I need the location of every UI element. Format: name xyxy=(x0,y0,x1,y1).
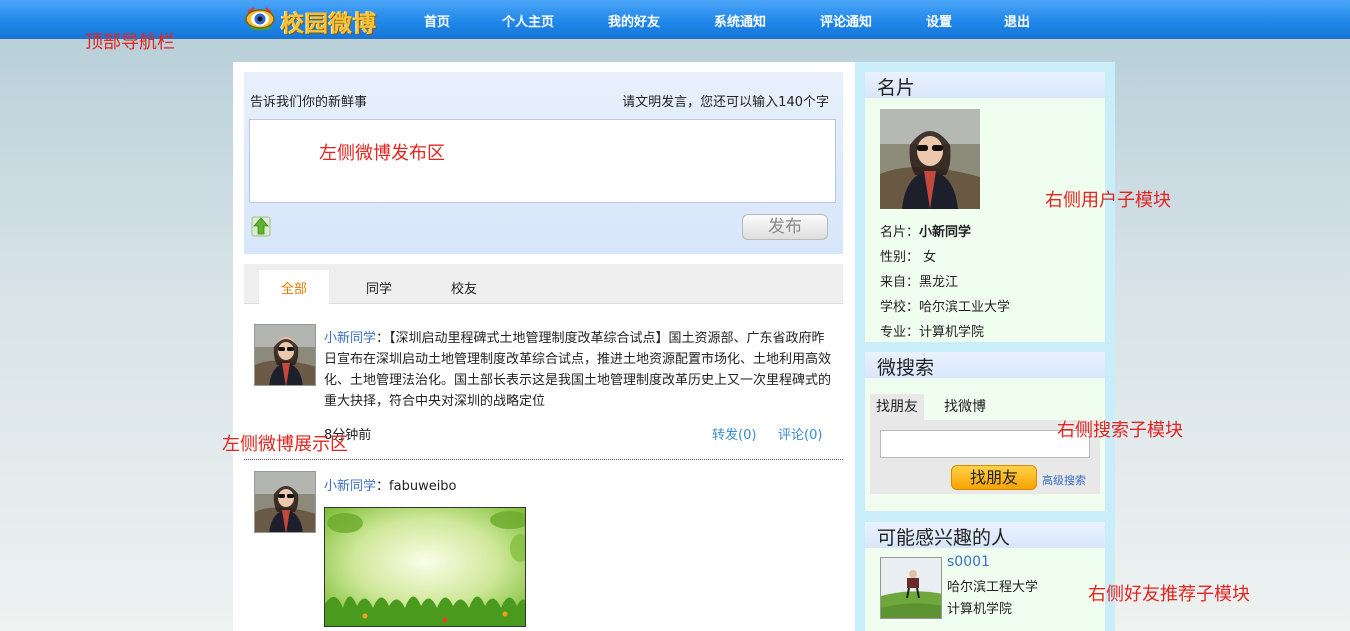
field-value: 女 xyxy=(923,250,937,265)
nav-profile[interactable]: 个人主页 xyxy=(502,11,554,30)
post-author-sep: ： xyxy=(376,479,390,494)
eye-logo-icon xyxy=(245,6,277,36)
post-image[interactable] xyxy=(324,507,526,627)
field-value: 哈尔滨工业大学 xyxy=(919,300,1011,315)
post-author-link[interactable]: 小新同学 xyxy=(324,331,376,346)
field-value: 小新同学 xyxy=(919,225,972,240)
search-card-title: 微搜索 xyxy=(865,352,1105,379)
profile-card-heading: 名片 xyxy=(877,77,916,99)
annotation-feed-area: 左侧微博展示区 xyxy=(222,434,348,455)
feed-tabs: 全部 同学 校友 xyxy=(244,264,843,304)
nav-friends[interactable]: 我的好友 xyxy=(608,11,660,30)
field-value: 黑龙江 xyxy=(919,275,959,290)
tab-alumni[interactable]: 校友 xyxy=(434,270,494,304)
repost-link[interactable]: 转发(0) xyxy=(712,424,756,443)
comment-link[interactable]: 评论(0) xyxy=(778,424,822,443)
post-content: 小新同学：fabuweibo xyxy=(324,476,832,497)
publish-prompt: 告诉我们你的新鲜事 xyxy=(250,95,368,110)
nav-home[interactable]: 首页 xyxy=(424,11,450,30)
recommend-card: 可能感兴趣的人 s0001 哈尔滨工程大学 计算机学院 xyxy=(865,522,1105,631)
tab-find-weibo[interactable]: 找微博 xyxy=(938,394,992,420)
search-button[interactable]: 找朋友 xyxy=(951,465,1037,490)
annotation-search-module: 右侧搜索子模块 xyxy=(1057,420,1183,441)
field-label: 来自： xyxy=(880,275,920,290)
recommend-card-heading: 可能感兴趣的人 xyxy=(877,527,1011,549)
right-sidebar: 名片 名片：小新同学 性别： 女 来自：黑龙江 学校：哈尔滨工业大学 专业：计算… xyxy=(855,62,1115,631)
user-avatar[interactable] xyxy=(254,324,316,386)
profile-field-school: 学校：哈尔滨工业大学 xyxy=(880,296,1010,315)
annotation-user-module: 右侧用户子模块 xyxy=(1045,190,1171,211)
nav-settings[interactable]: 设置 xyxy=(926,11,952,30)
field-label: 名片： xyxy=(880,225,920,240)
recommend-card-title: 可能感兴趣的人 xyxy=(865,522,1105,549)
tab-all[interactable]: 全部 xyxy=(259,270,329,304)
profile-field-from: 来自：黑龙江 xyxy=(880,271,958,290)
recommend-user-link[interactable]: s0001 xyxy=(947,554,990,570)
post-author-link[interactable]: 小新同学 xyxy=(324,479,376,494)
post-author-sep: ： xyxy=(376,331,390,346)
annotation-publish-area: 左侧微博发布区 xyxy=(319,143,445,164)
nav-comment-notice[interactable]: 评论通知 xyxy=(820,11,872,30)
nav-system-notice[interactable]: 系统通知 xyxy=(714,11,766,30)
top-nav: 校园微博 首页 个人主页 我的好友 系统通知 评论通知 设置 退出 xyxy=(0,0,1350,39)
field-label: 专业： xyxy=(880,325,920,340)
upload-image-icon[interactable] xyxy=(251,215,271,237)
user-avatar[interactable] xyxy=(254,471,316,533)
publish-char-hint: 请文明发言，您还可以输入140个字 xyxy=(622,95,829,110)
recommend-college: 计算机学院 xyxy=(947,602,1013,617)
post-body: 【深圳启动里程碑式土地管理制度改革综合试点】国土资源部、广东省政府昨日宣布在深圳… xyxy=(324,331,832,409)
annotation-top-nav: 顶部导航栏 xyxy=(85,32,175,53)
profile-field-gender: 性别： 女 xyxy=(880,246,936,265)
recommend-avatar[interactable] xyxy=(880,557,942,619)
nav-logout[interactable]: 退出 xyxy=(1004,11,1030,30)
publish-button[interactable]: 发布 xyxy=(742,214,828,240)
feed-post: 小新同学：fabuweibo xyxy=(244,460,843,631)
site-logo[interactable]: 校园微博 xyxy=(245,3,395,37)
field-label: 学校： xyxy=(880,300,920,315)
tab-find-friends[interactable]: 找朋友 xyxy=(870,394,924,420)
search-card-heading: 微搜索 xyxy=(877,357,935,379)
profile-field-major: 专业：计算机学院 xyxy=(880,321,984,340)
profile-avatar[interactable] xyxy=(880,109,980,209)
recommend-school: 哈尔滨工程大学 xyxy=(947,580,1039,595)
profile-field-name: 名片：小新同学 xyxy=(880,221,971,240)
post-body: fabuweibo xyxy=(389,479,457,494)
field-value: 计算机学院 xyxy=(919,325,985,340)
post-content: 小新同学：【深圳启动里程碑式土地管理制度改革综合试点】国土资源部、广东省政府昨日… xyxy=(324,328,832,412)
field-label: 性别： xyxy=(880,250,920,265)
logo-text: 校园微博 xyxy=(281,11,377,37)
profile-card-title: 名片 xyxy=(865,72,1105,99)
advanced-search-link[interactable]: 高级搜索 xyxy=(1042,472,1086,488)
annotation-recommend-module: 右侧好友推荐子模块 xyxy=(1088,584,1250,605)
tab-classmates[interactable]: 同学 xyxy=(349,270,409,304)
